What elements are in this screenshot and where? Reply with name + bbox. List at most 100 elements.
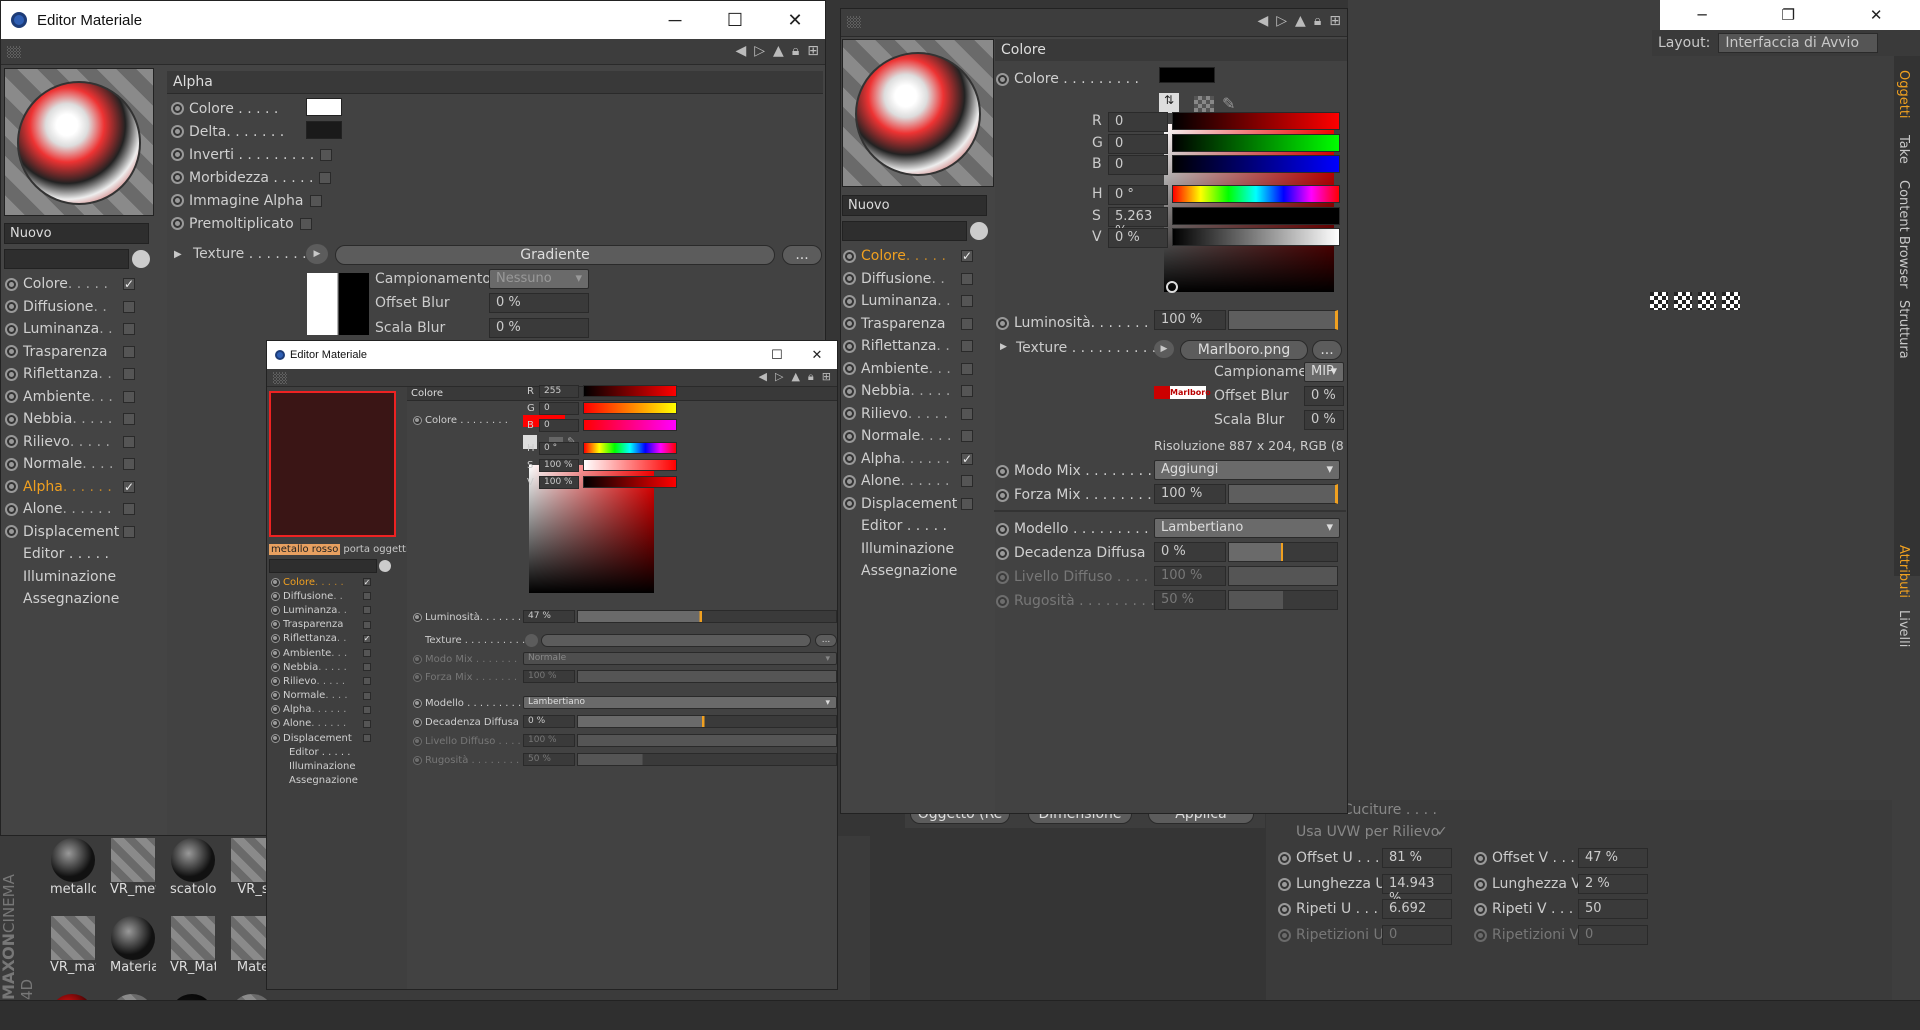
channel-riflettanza[interactable]: Riflettanza . . (5, 363, 135, 386)
attr-field-left[interactable]: 14.943 % (1382, 873, 1452, 906)
channel-rilievo[interactable]: Rilievo . . . . . (5, 431, 135, 454)
texture-arrow-button[interactable]: ▶ (1154, 340, 1174, 358)
radio-icon[interactable] (5, 367, 18, 381)
radio-icon[interactable] (5, 480, 18, 494)
channel-checkbox[interactable] (363, 734, 371, 743)
up-icon[interactable]: ▲ (773, 43, 784, 59)
radio-icon[interactable] (5, 300, 18, 314)
forza-mix-slider[interactable] (1228, 484, 1338, 504)
material-thumb[interactable]: VR_mat (50, 916, 96, 976)
tab-attributi[interactable]: Attributi (1896, 545, 1911, 598)
channel-checkbox[interactable] (363, 663, 371, 672)
radio-icon[interactable] (5, 457, 18, 471)
attr-field-left[interactable]: 6.692 (1382, 899, 1452, 919)
channel-checkbox[interactable] (123, 525, 135, 538)
luminosita-slider[interactable] (1228, 310, 1338, 330)
radio-icon[interactable] (996, 522, 1009, 536)
channel-ambiente[interactable]: Ambiente . . . (271, 646, 371, 660)
channel-checkbox[interactable] (123, 323, 135, 336)
channel-colore[interactable]: Colore . . . . . ✓ (271, 575, 371, 589)
grip-icon[interactable] (273, 372, 287, 384)
slider-s-track[interactable] (1172, 206, 1340, 225)
radio-icon[interactable] (1278, 877, 1291, 891)
channel-luminanza[interactable]: Luminanza . . (5, 318, 135, 341)
slider-g-field[interactable]: 0 (539, 402, 579, 415)
slider-r-track[interactable] (583, 385, 677, 397)
material-thumb[interactable]: Material (110, 916, 156, 976)
forward-arrow-icon[interactable]: ▷ (754, 43, 765, 59)
channel-checkbox[interactable] (123, 435, 135, 448)
slider-s-track[interactable] (583, 459, 677, 471)
channel-item[interactable]: Illuminazione (5, 566, 135, 589)
channel-alone[interactable]: Alone . . . . . . (5, 498, 135, 521)
channel-item[interactable]: Editor . . . . . (843, 515, 973, 538)
channel-checkbox[interactable] (961, 272, 973, 285)
attr-field-left[interactable]: 0 (1382, 924, 1452, 945)
tab-livelli[interactable]: Livelli (1896, 610, 1911, 647)
maximize-button[interactable]: ☐ (757, 347, 797, 363)
channel-item[interactable]: Illuminazione (843, 538, 973, 561)
channel-luminanza[interactable]: Luminanza . . (271, 603, 371, 617)
channel-trasparenza[interactable]: Trasparenza (5, 341, 135, 364)
radio-icon[interactable] (171, 102, 184, 115)
channel-item[interactable]: Assegnazione (5, 588, 135, 611)
channel-checkbox[interactable] (123, 345, 135, 358)
radio-icon[interactable] (996, 570, 1009, 584)
radio-icon[interactable] (5, 345, 18, 359)
slider-v-field[interactable]: 0 % (1108, 228, 1168, 248)
radio-icon[interactable] (5, 390, 18, 404)
radio-icon[interactable] (271, 634, 280, 644)
channel-item[interactable]: Editor . . . . . (5, 543, 135, 566)
expand-arrow-icon[interactable]: ▶ (174, 249, 182, 260)
radio-icon[interactable] (843, 249, 856, 263)
slider-b-track[interactable] (583, 419, 677, 431)
close-button[interactable]: ✕ (765, 10, 825, 31)
forza-mix-field[interactable]: 100 % (1154, 484, 1226, 504)
radio-icon[interactable] (5, 435, 18, 449)
livello-field[interactable]: 100 % (523, 734, 575, 747)
channel-diffusione[interactable]: Diffusione . . (5, 296, 135, 319)
channel-nebbia[interactable]: Nebbia . . . . . (5, 408, 135, 431)
slider-h-track[interactable] (583, 442, 677, 454)
radio-icon[interactable] (843, 272, 856, 286)
channel-diffusione[interactable]: Diffusione . . (843, 268, 973, 291)
channel-item[interactable]: Assegnazione (271, 774, 371, 788)
modello-dropdown[interactable]: Lambertiano (523, 696, 837, 709)
grip-icon[interactable] (7, 46, 21, 58)
channel-checkbox[interactable] (961, 430, 973, 443)
pointer-icon[interactable] (970, 222, 988, 240)
rugosita-slider[interactable] (577, 753, 837, 766)
texture-name-button[interactable] (541, 634, 811, 647)
minimize-button[interactable]: ─ (645, 10, 705, 31)
radio-icon[interactable] (271, 620, 280, 630)
slider-r-track[interactable] (1172, 112, 1340, 130)
radio-icon[interactable] (271, 719, 280, 729)
channel-colore[interactable]: Colore . . . . . ✓ (5, 273, 135, 296)
channel-colore[interactable]: Colore . . . . . ✓ (843, 245, 973, 268)
luminosita-slider[interactable] (577, 610, 837, 623)
alpha-prop-checkbox[interactable] (319, 171, 332, 184)
radio-icon[interactable] (1278, 903, 1291, 916)
slider-r-field[interactable]: 255 (539, 385, 579, 398)
channel-displacement[interactable]: Displacement (843, 493, 973, 516)
channel-checkbox[interactable] (961, 475, 973, 488)
material-thumb[interactable]: VR_Mat (170, 916, 216, 976)
offset-blur-field[interactable]: 0 % (489, 293, 589, 313)
channel-nebbia[interactable]: Nebbia . . . . . (271, 660, 371, 674)
livello-slider[interactable] (577, 734, 837, 747)
radio-icon[interactable] (271, 733, 280, 743)
channel-checkbox[interactable] (961, 407, 973, 420)
alpha-prop[interactable]: Premoltiplicato (171, 212, 331, 235)
texture-more-button[interactable]: ... (1312, 340, 1342, 360)
radio-icon[interactable] (171, 194, 184, 207)
radio-icon[interactable] (843, 339, 856, 353)
forza-mix-slider[interactable] (577, 670, 837, 683)
rugosita-field[interactable]: 50 % (523, 753, 575, 766)
delta-color-swatch[interactable] (306, 121, 342, 139)
tag-icon[interactable] (1698, 292, 1716, 310)
channel-checkbox[interactable] (961, 295, 973, 308)
channel-nebbia[interactable]: Nebbia . . . . . (843, 380, 973, 403)
scala-blur-field[interactable]: 0 % (1304, 410, 1344, 430)
channel-checkbox[interactable]: ✓ (123, 277, 135, 291)
colore-swatch[interactable] (1159, 67, 1215, 83)
